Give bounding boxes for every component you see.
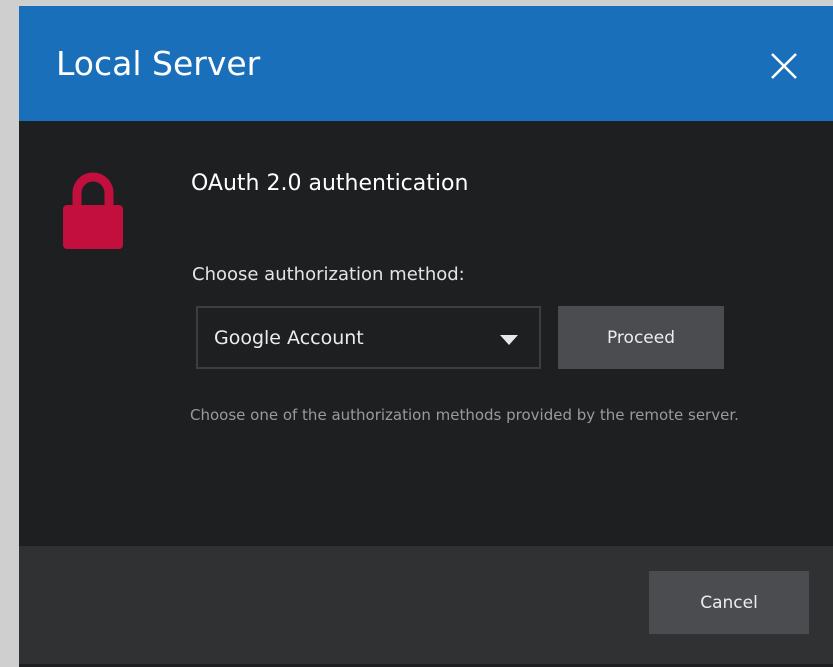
local-server-dialog: Local Server OAuth 2.0 authentication Ch… [19, 6, 833, 667]
auth-heading: OAuth 2.0 authentication [191, 171, 469, 196]
close-button[interactable] [764, 46, 804, 86]
close-icon [771, 53, 797, 79]
dialog-title: Local Server [56, 44, 261, 83]
dialog-titlebar: Local Server [19, 6, 833, 121]
lock-icon [63, 171, 123, 253]
auth-hint-text: Choose one of the authorization methods … [190, 406, 739, 424]
auth-method-label: Choose authorization method: [192, 264, 465, 285]
auth-method-select[interactable]: Google Account [196, 306, 541, 369]
auth-method-selected-value: Google Account [214, 327, 364, 349]
proceed-button[interactable]: Proceed [558, 306, 724, 369]
cancel-button[interactable]: Cancel [649, 571, 809, 634]
caret-down-icon [500, 335, 518, 345]
dialog-footer: Cancel [19, 546, 833, 667]
